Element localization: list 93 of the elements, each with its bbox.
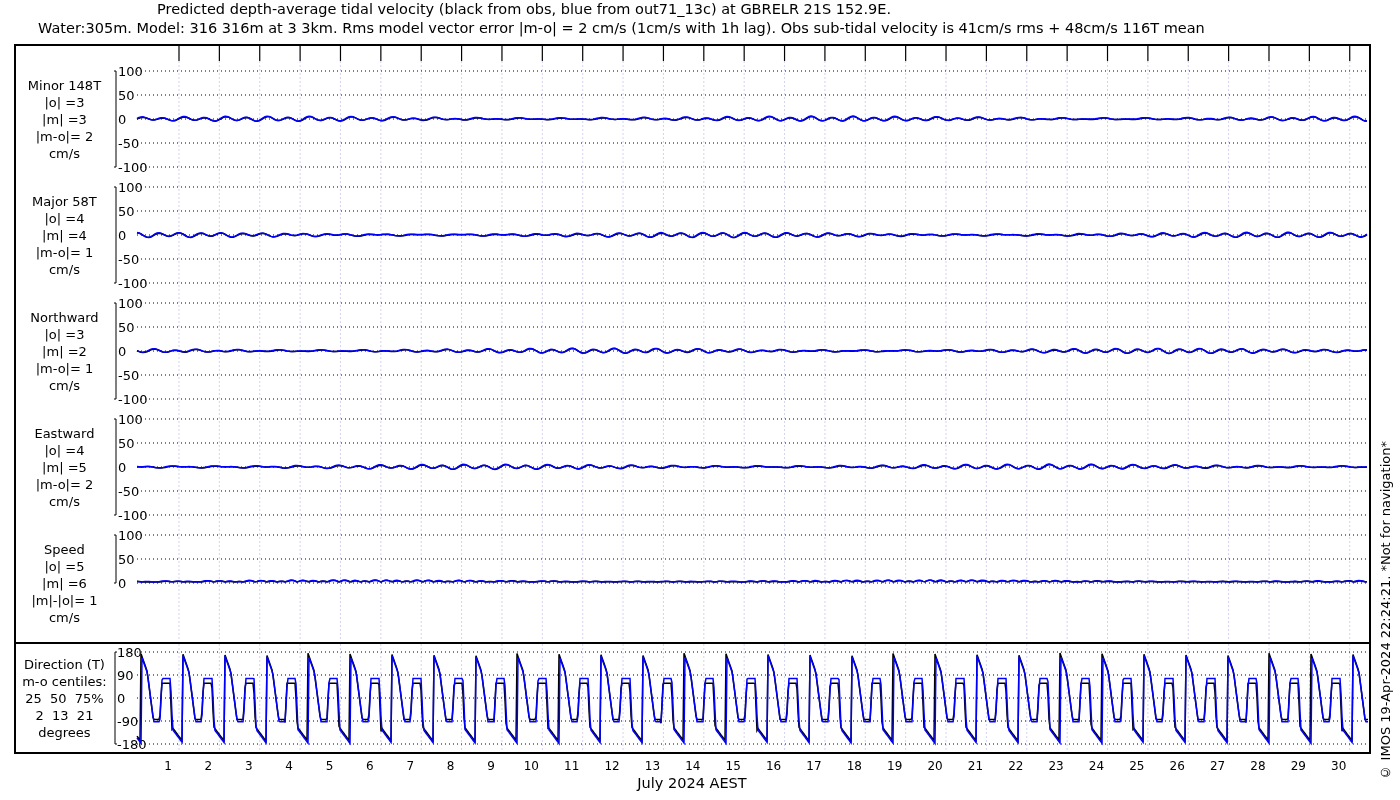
day-label: 10 [523, 759, 539, 773]
day-label: 24 [1088, 759, 1105, 773]
day-label: 18 [846, 759, 862, 773]
panel-label: Eastward [34, 424, 95, 442]
day-label: 20 [927, 759, 943, 773]
panel-label: |m|-|o|= 1 [31, 591, 98, 609]
chart-subtitle: Water:305m. Model: 316 316m at 3 3km. Rms model vector error |m-o| = 2 cm/s (1cm/s with 1h lag). Obs sub-tidal velocity is 41cm/s rms + 48cm/s 116T mean [37, 19, 1206, 38]
day-label: 1 [164, 759, 172, 773]
tick-label: -50 [117, 252, 140, 267]
tick-label: 100 [117, 528, 143, 543]
panel-label: |o| =3 [44, 325, 85, 343]
tick-label: 50 [117, 436, 135, 451]
day-label: 17 [806, 759, 822, 773]
day-label: 4 [285, 759, 293, 773]
credit-text: © IMOS 19-Apr-2024 22:24:21. *Not for navigation* [1377, 441, 1395, 780]
tick-label: 0 [116, 691, 126, 706]
panel-label: |m| =4 [42, 226, 87, 244]
panel-label: Major 58T [32, 192, 97, 210]
day-label: 22 [1008, 759, 1024, 773]
panel-label: Minor 148T [27, 76, 102, 94]
tick-label: -50 [117, 484, 140, 499]
day-label: 25 [1129, 759, 1145, 773]
panel-label: cm/s [48, 260, 80, 278]
panel-label: 25 50 75% [25, 689, 104, 707]
panel-label: 2 13 21 [35, 706, 94, 724]
day-label: 19 [887, 759, 903, 773]
day-label: 15 [725, 759, 741, 773]
day-label: 30 [1331, 759, 1347, 773]
chart-title: Predicted depth-average tidal velocity (black from obs, blue from out71_13c) at GBRELR 21S 152.9E. [156, 0, 893, 19]
y-axis-bracket [113, 534, 117, 584]
panel-label: cm/s [48, 492, 80, 510]
panel-label: |m-o|= 1 [35, 243, 94, 261]
day-label: 27 [1210, 759, 1226, 773]
panel-label: |m| =3 [42, 110, 87, 128]
tick-label: -50 [117, 136, 140, 151]
panel-label: |o| =4 [44, 209, 85, 227]
panel-label: Direction (T) [24, 655, 105, 673]
panel-label: cm/s [48, 376, 80, 394]
tick-label: 0 [117, 460, 127, 475]
panel-label: cm/s [48, 608, 80, 626]
panel-label: cm/s [48, 144, 80, 162]
day-label: 9 [487, 759, 495, 773]
panel-label: |m-o|= 2 [35, 127, 94, 145]
panel-label: |m| =6 [42, 574, 87, 592]
tick-label: -90 [116, 714, 139, 729]
panel-label: Speed [44, 540, 85, 558]
day-label: 12 [604, 759, 620, 773]
tick-label: -100 [117, 392, 148, 407]
panel-label: |m-o|= 2 [35, 475, 94, 493]
day-label: 26 [1169, 759, 1185, 773]
tick-label: -180 [116, 737, 147, 752]
tick-label: 50 [117, 88, 135, 103]
day-label: 7 [406, 759, 415, 773]
tick-label: -50 [117, 368, 140, 383]
day-label: 21 [967, 759, 984, 773]
panel-label: Northward [30, 308, 99, 326]
tick-label: 0 [117, 228, 127, 243]
day-label: 23 [1048, 759, 1064, 773]
day-label: 3 [244, 759, 253, 773]
x-axis-label: July 2024 AEST [637, 774, 747, 792]
day-label: 14 [685, 759, 701, 773]
day-label: 28 [1250, 759, 1266, 773]
panel-label: degrees [38, 723, 91, 741]
tick-label: -100 [117, 160, 148, 175]
panel-label: |m-o|= 1 [35, 359, 94, 377]
tick-label: 90 [116, 668, 134, 683]
tick-label: 0 [117, 576, 127, 591]
tick-label: 50 [117, 320, 135, 335]
day-label: 29 [1290, 759, 1306, 773]
tick-label: 50 [117, 204, 135, 219]
day-label: 13 [644, 759, 661, 773]
tick-label: 100 [117, 296, 143, 311]
tick-label: 50 [117, 552, 135, 567]
tick-label: -100 [117, 508, 148, 523]
panel-label: |m| =2 [42, 342, 87, 360]
tick-label: 180 [116, 645, 142, 660]
tick-label: 100 [117, 180, 143, 195]
day-label: 6 [366, 759, 374, 773]
tick-label: -100 [117, 276, 148, 291]
day-label: 5 [325, 759, 334, 773]
panel-label: |o| =3 [44, 93, 85, 111]
tick-label: 100 [117, 64, 143, 79]
day-label: 16 [765, 759, 782, 773]
tick-label: 0 [117, 112, 127, 127]
day-label: 8 [446, 759, 455, 773]
panel-label: |m| =5 [42, 458, 87, 476]
tick-label: 100 [117, 412, 143, 427]
panel-label: m-o centiles: [22, 672, 107, 690]
day-label: 11 [564, 759, 580, 773]
panel-label: |o| =4 [44, 441, 85, 459]
tick-label: 0 [117, 344, 127, 359]
day-label: 2 [204, 759, 213, 773]
panel-label: |o| =5 [44, 557, 85, 575]
